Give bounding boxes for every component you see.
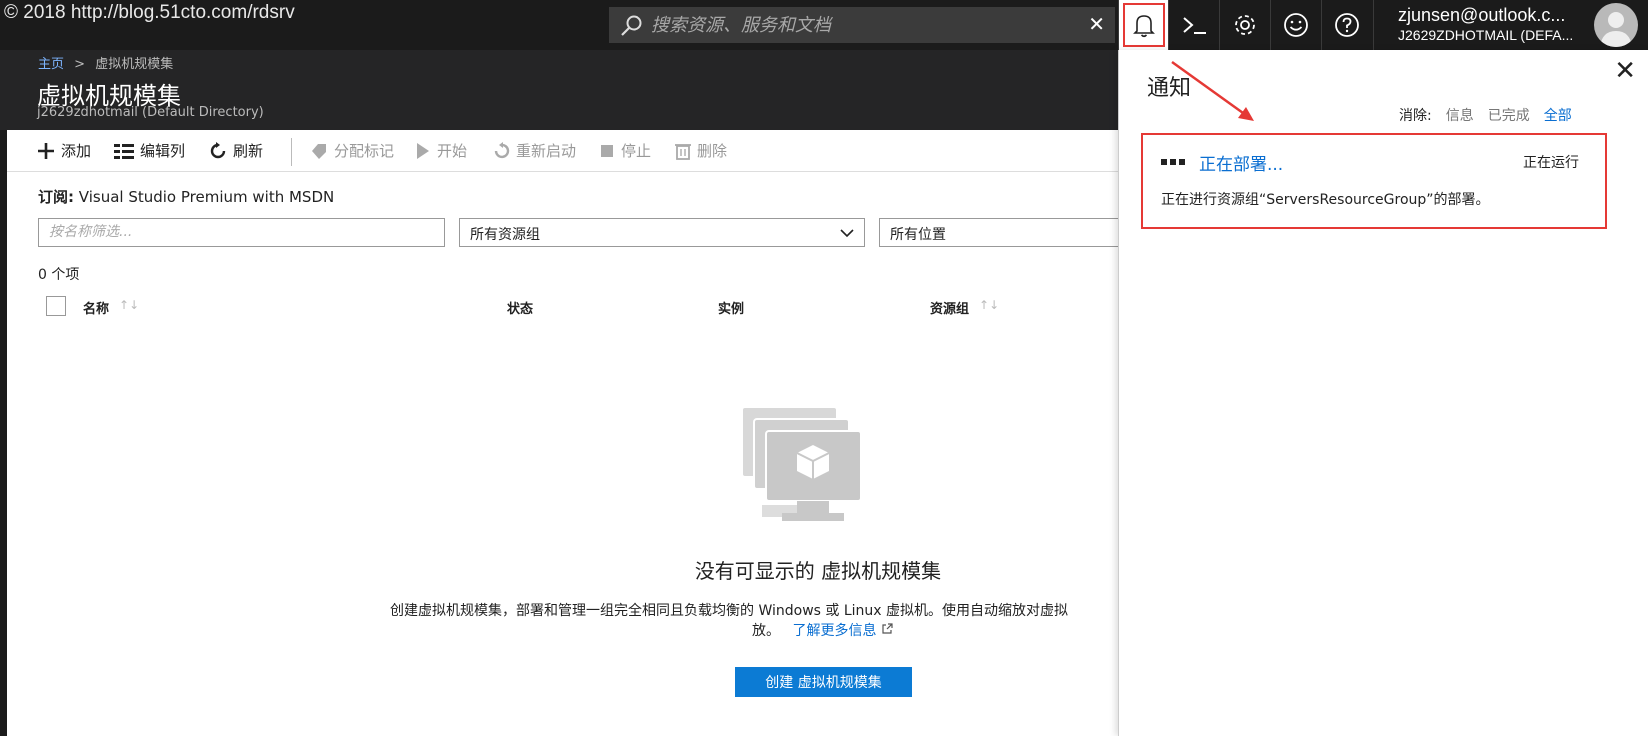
resource-group-value: 所有资源组 [470,227,540,243]
name-filter[interactable] [38,218,445,247]
chevron-down-icon [840,229,854,238]
create-vm-scale-set-button[interactable]: 创建 虚拟机规模集 [735,667,912,697]
avatar[interactable] [1594,3,1638,47]
close-icon[interactable]: ✕ [1614,56,1636,86]
tag-icon [312,143,326,159]
cloud-shell-icon [1183,17,1206,34]
search-clear-icon[interactable]: ✕ [1088,12,1105,36]
top-bar: © 2018 http://blog.51cto.com/rdsrv ✕ [0,0,1648,50]
command-bar: 添加 编辑列 刷新 分配标记 开始 重新启动 停止 删除 [7,130,1118,172]
dismiss-info-link[interactable]: 信息 [1446,105,1474,125]
breadcrumb-home[interactable]: 主页 [38,57,64,72]
add-label: 添加 [61,142,92,160]
assign-tags-label: 分配标记 [334,142,395,160]
search-icon [621,15,642,36]
plus-icon [38,142,54,159]
breadcrumb-current: 虚拟机规模集 [95,57,174,72]
help-icon [1335,13,1359,37]
dismiss-all-link[interactable]: 全部 [1544,105,1572,125]
notifications-button[interactable] [1118,0,1168,50]
delete-button[interactable]: 删除 [675,140,727,161]
edit-columns-button[interactable]: 编辑列 [114,140,185,161]
notification-status: 正在运行 [1523,155,1579,171]
notification-item[interactable]: 正在部署... 正在运行 正在进行资源组“ServersResourceGrou… [1141,133,1607,229]
stop-icon [601,144,613,157]
user-email: zjunsen@outlook.c... [1398,5,1566,25]
select-all-checkbox[interactable] [46,296,66,316]
trash-icon [675,143,691,160]
column-instances[interactable]: 实例 [718,298,744,317]
feedback-button[interactable] [1270,0,1320,50]
stop-label: 停止 [621,142,652,160]
user-directory: J2629ZDHOTMAIL (DEFA... [1398,27,1574,43]
empty-state-description-cont: 放。 了解更多信息 [752,620,893,640]
location-select[interactable]: 所有位置 [879,218,1118,247]
column-resource-group[interactable]: 资源组 ↑↓ [930,298,999,317]
sort-icon: ↑↓ [119,298,140,312]
name-filter-input[interactable] [49,224,434,240]
refresh-button[interactable]: 刷新 [209,140,263,161]
page-subtitle: j2629zdhotmail (Default Directory) [37,105,264,120]
blade-header: 主页 > 虚拟机规模集 虚拟机规模集 j2629zdhotmail (Defau… [0,50,1118,130]
external-link-icon [882,623,893,634]
column-instances-label: 实例 [718,302,745,317]
column-name[interactable]: 名称 ↑↓ [83,298,139,317]
notification-title[interactable]: 正在部署... [1199,150,1283,175]
column-resource-group-label: 资源组 [930,302,970,317]
in-progress-dots-icon [1161,159,1185,165]
vm-scale-set-empty-icon [742,406,862,521]
annotation-arrow-icon [1171,60,1254,121]
restart-button[interactable]: 重新启动 [492,140,576,161]
subscription-label: 订阅: [38,188,74,206]
breadcrumb-separator: > [74,57,86,72]
column-status[interactable]: 状态 [507,298,533,317]
sort-icon: ↑↓ [979,298,1000,312]
notification-description: 正在进行资源组“ServersResourceGroup”的部署。 [1161,192,1490,208]
cloud-shell-button[interactable] [1168,0,1218,50]
bell-icon [1133,15,1155,38]
resource-group-select[interactable]: 所有资源组 [459,218,865,247]
column-name-label: 名称 [83,302,110,317]
add-button[interactable]: 添加 [37,140,91,161]
item-count: 0 个项 [38,267,80,283]
watermark: © 2018 http://blog.51cto.com/rdsrv [4,2,295,23]
restart-icon [494,141,510,158]
search-input[interactable] [651,7,1071,43]
gear-icon [1235,15,1255,35]
left-edge [0,50,7,736]
subscription-value: Visual Studio Premium with MSDN [78,188,335,206]
delete-label: 删除 [697,142,728,160]
learn-more-link[interactable]: 了解更多信息 [792,623,876,639]
restart-label: 重新启动 [516,142,577,160]
toolbar-separator [291,138,292,166]
start-button[interactable]: 开始 [415,140,467,161]
settings-button[interactable] [1219,0,1269,50]
stop-button[interactable]: 停止 [599,140,651,161]
notifications-panel: 通知 ✕ 消除: 信息 已完成 全部 正在部署... 正在运行 正在进行资源组“… [1118,50,1648,736]
refresh-label: 刷新 [233,142,264,160]
dismiss-label: 消除: [1399,108,1432,124]
location-value: 所有位置 [890,227,946,243]
empty-state-description: 创建虚拟机规模集，部署和管理一组完全相同且负载均衡的 Windows 或 Lin… [390,603,1069,619]
breadcrumb: 主页 > 虚拟机规模集 [38,53,173,72]
dismiss-completed-link[interactable]: 已完成 [1488,105,1530,125]
columns-icon [114,143,134,159]
play-icon [417,142,429,159]
edit-columns-label: 编辑列 [140,142,186,160]
smiley-icon [1284,13,1308,37]
empty-state-description-end: 放。 [752,623,780,639]
dismiss-options: 消除: 信息 已完成 全部 [1399,105,1572,125]
user-account[interactable]: zjunsen@outlook.c... J2629ZDHOTMAIL (DEF… [1373,0,1648,50]
refresh-icon [210,141,226,158]
search-box[interactable]: ✕ [609,7,1115,43]
start-label: 开始 [437,142,468,160]
assign-tags-button[interactable]: 分配标记 [310,140,394,161]
column-status-label: 状态 [507,302,534,317]
subscription-info: 订阅: Visual Studio Premium with MSDN [38,186,334,207]
avatar-icon [1600,12,1632,47]
help-button[interactable] [1321,0,1371,50]
